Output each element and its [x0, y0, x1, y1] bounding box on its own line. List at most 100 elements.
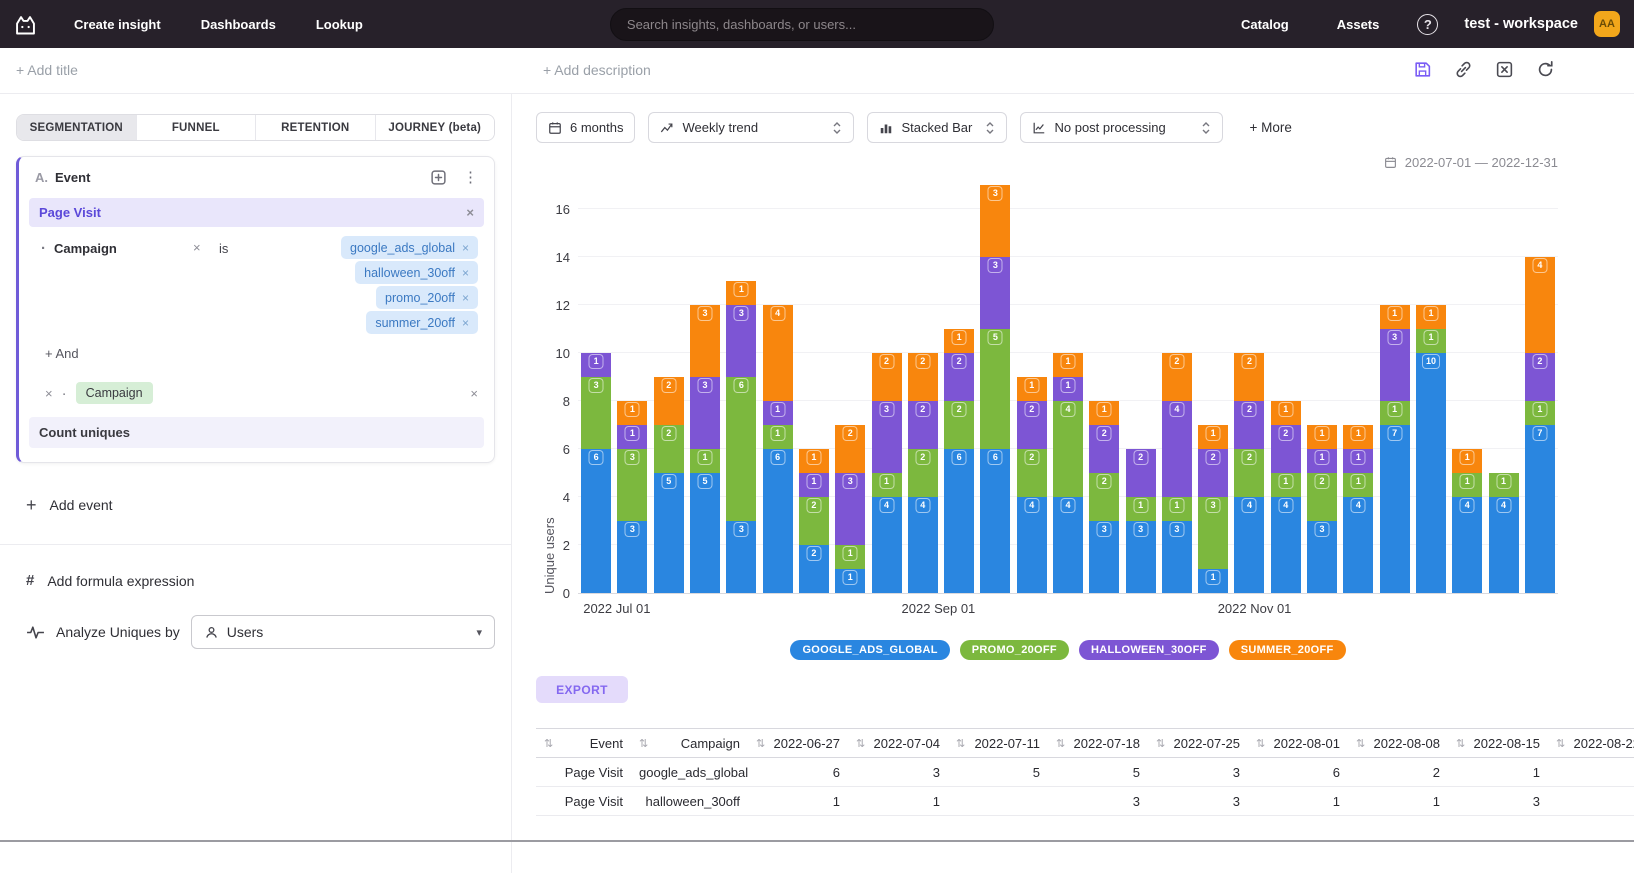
bar-segment-halloween_30off[interactable]: 2 — [908, 401, 938, 449]
bar-2022-12-12[interactable]: 411 — [1452, 186, 1482, 593]
tab-segmentation[interactable]: SEGMENTATION — [17, 115, 137, 140]
bar-segment-google_ads_global[interactable]: 6 — [763, 449, 793, 593]
bar-segment-summer_20off[interactable]: 3 — [690, 305, 720, 377]
bar-segment-halloween_30off[interactable]: 3 — [872, 401, 902, 473]
bar-segment-google_ads_global[interactable]: 4 — [1452, 497, 1482, 593]
bar-segment-summer_20off[interactable]: 1 — [1089, 401, 1119, 425]
bar-segment-promo_20off[interactable]: 1 — [1489, 473, 1519, 497]
bar-segment-halloween_30off[interactable]: 3 — [980, 257, 1010, 329]
remove-icon[interactable]: × — [462, 241, 469, 255]
nav-item-dashboards[interactable]: Dashboards — [201, 17, 276, 32]
bar-segment-google_ads_global[interactable]: 3 — [1307, 521, 1337, 593]
bar-segment-halloween_30off[interactable]: 3 — [1380, 329, 1410, 401]
bar-segment-google_ads_global[interactable]: 7 — [1525, 425, 1555, 593]
bar-segment-google_ads_global[interactable]: 10 — [1416, 353, 1446, 593]
bar-2022-08-22[interactable]: 4132 — [872, 186, 902, 593]
workspace-name[interactable]: test - workspace — [1464, 16, 1578, 32]
bar-segment-promo_20off[interactable]: 1 — [1343, 473, 1373, 497]
bar-segment-google_ads_global[interactable]: 3 — [1162, 521, 1192, 593]
bar-segment-promo_20off[interactable]: 2 — [1307, 473, 1337, 521]
column-header-2022-08-22[interactable]: ⇅2022-08-22 — [1548, 729, 1634, 758]
bar-2022-12-19[interactable]: 41 — [1489, 186, 1519, 593]
bar-segment-summer_20off[interactable]: 1 — [1452, 449, 1482, 473]
bar-segment-halloween_30off[interactable]: 1 — [1343, 449, 1373, 473]
link-icon[interactable] — [1454, 60, 1474, 80]
bar-segment-halloween_30off[interactable]: 2 — [1234, 401, 1264, 449]
column-header-2022-07-04[interactable]: ⇅2022-07-04 — [848, 729, 948, 758]
tab-retention[interactable]: RETENTION — [256, 115, 376, 140]
bar-segment-summer_20off[interactable]: 2 — [1234, 353, 1264, 401]
remove-icon[interactable]: × — [462, 291, 469, 305]
bar-segment-google_ads_global[interactable]: 4 — [1017, 497, 1047, 593]
bar-2022-10-03[interactable]: 3221 — [1089, 186, 1119, 593]
search-input[interactable] — [610, 8, 994, 41]
bar-segment-summer_20off[interactable]: 4 — [1525, 257, 1555, 353]
bar-segment-halloween_30off[interactable]: 3 — [835, 473, 865, 545]
bar-segment-summer_20off[interactable]: 1 — [1416, 305, 1446, 329]
bar-2022-11-07[interactable]: 4121 — [1271, 186, 1301, 593]
bar-segment-summer_20off[interactable]: 2 — [835, 425, 865, 473]
sort-icon[interactable]: ⇅ — [1556, 737, 1565, 750]
bar-segment-promo_20off[interactable]: 1 — [1271, 473, 1301, 497]
bar-segment-halloween_30off[interactable]: 2 — [1525, 353, 1555, 401]
sort-icon[interactable]: ⇅ — [1156, 737, 1165, 750]
bar-segment-google_ads_global[interactable]: 4 — [872, 497, 902, 593]
avatar[interactable]: AA — [1594, 11, 1620, 37]
save-icon[interactable] — [1413, 60, 1433, 80]
bar-segment-halloween_30off[interactable]: 1 — [1307, 449, 1337, 473]
remove-icon[interactable]: × — [462, 266, 469, 280]
duplicate-event-icon[interactable] — [430, 169, 447, 186]
bar-segment-promo_20off[interactable]: 2 — [1089, 473, 1119, 521]
filter-value-chip[interactable]: halloween_30off× — [355, 261, 478, 284]
nav-item-lookup[interactable]: Lookup — [316, 17, 363, 32]
bottom-scroll-edge[interactable] — [0, 840, 1634, 842]
column-header-2022-08-01[interactable]: ⇅2022-08-01 — [1248, 729, 1348, 758]
bar-segment-google_ads_global[interactable]: 6 — [581, 449, 611, 593]
bar-segment-promo_20off[interactable]: 2 — [908, 449, 938, 497]
bar-segment-halloween_30off[interactable]: 2 — [1126, 449, 1156, 497]
analyze-by-select[interactable]: Users ▾ — [191, 615, 495, 649]
add-event-button[interactable]: + Add event — [26, 496, 495, 514]
bar-segment-promo_20off[interactable]: 2 — [1234, 449, 1264, 497]
add-title[interactable]: + Add title — [16, 62, 78, 78]
help-icon[interactable]: ? — [1417, 14, 1438, 35]
bar-2022-10-24[interactable]: 1321 — [1198, 186, 1228, 593]
bar-segment-google_ads_global[interactable]: 2 — [799, 545, 829, 593]
bar-segment-halloween_30off[interactable]: 1 — [799, 473, 829, 497]
bar-segment-promo_20off[interactable]: 2 — [944, 401, 974, 449]
bar-2022-09-19[interactable]: 4221 — [1017, 186, 1047, 593]
sort-icon[interactable]: ⇅ — [856, 737, 865, 750]
bar-2022-10-31[interactable]: 4222 — [1234, 186, 1264, 593]
bar-segment-summer_20off[interactable]: 1 — [1380, 305, 1410, 329]
export-button[interactable]: EXPORT — [536, 676, 628, 703]
sort-icon[interactable]: ⇅ — [956, 737, 965, 750]
remove-breakdown-row-icon[interactable]: × — [470, 387, 478, 400]
bar-2022-08-15[interactable]: 1132 — [835, 186, 865, 593]
column-header-2022-07-11[interactable]: ⇅2022-07-11 — [948, 729, 1048, 758]
bar-segment-promo_20off[interactable]: 1 — [1416, 329, 1446, 353]
bar-segment-promo_20off[interactable]: 3 — [617, 449, 647, 521]
bar-segment-halloween_30off[interactable]: 1 — [1053, 377, 1083, 401]
bar-segment-halloween_30off[interactable]: 2 — [1271, 425, 1301, 473]
refresh-icon[interactable] — [1536, 60, 1556, 80]
bar-segment-summer_20off[interactable]: 4 — [763, 305, 793, 401]
bar-2022-11-28[interactable]: 7131 — [1380, 186, 1410, 593]
nav-item-create-insight[interactable]: Create insight — [74, 17, 161, 32]
remove-event-icon[interactable]: × — [466, 206, 474, 219]
bar-2022-07-25[interactable]: 3631 — [726, 186, 756, 593]
bar-segment-promo_20off[interactable]: 4 — [1053, 401, 1083, 497]
bar-2022-09-26[interactable]: 4411 — [1053, 186, 1083, 593]
sort-icon[interactable]: ⇅ — [544, 737, 553, 750]
bar-2022-10-17[interactable]: 3142 — [1162, 186, 1192, 593]
column-header-2022-07-18[interactable]: ⇅2022-07-18 — [1048, 729, 1148, 758]
add-and-condition[interactable]: + And — [45, 346, 484, 361]
bar-segment-google_ads_global[interactable]: 4 — [908, 497, 938, 593]
bar-2022-12-05[interactable]: 1011 — [1416, 186, 1446, 593]
bar-segment-summer_20off[interactable]: 2 — [908, 353, 938, 401]
bar-segment-promo_20off[interactable]: 1 — [835, 545, 865, 569]
bar-segment-summer_20off[interactable]: 1 — [944, 329, 974, 353]
date-range-button[interactable]: 6 months — [536, 112, 635, 143]
filter-value-chip[interactable]: summer_20off× — [366, 311, 478, 334]
bar-segment-summer_20off[interactable]: 1 — [1198, 425, 1228, 449]
bar-segment-google_ads_global[interactable]: 3 — [1126, 521, 1156, 593]
